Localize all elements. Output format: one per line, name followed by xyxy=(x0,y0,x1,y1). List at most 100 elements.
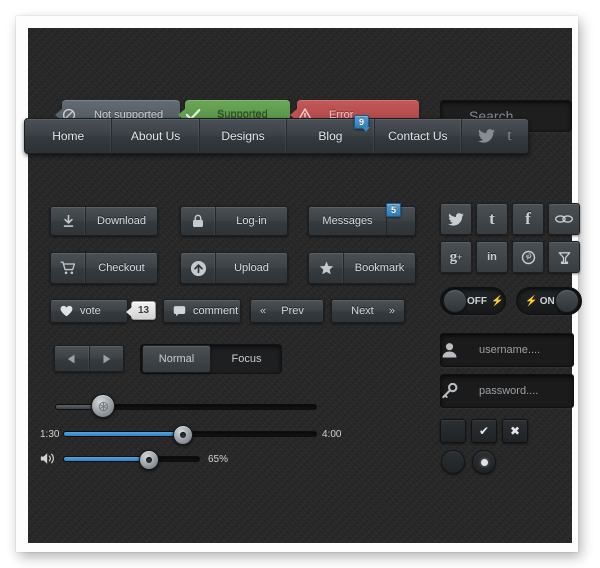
volume-value: 65% xyxy=(208,454,229,465)
volume-slider-fill xyxy=(64,457,149,461)
download-icon xyxy=(51,207,86,235)
googleplus-icon[interactable]: g + xyxy=(440,241,472,273)
upload-button[interactable]: Upload xyxy=(180,252,288,284)
main-navigation[interactable]: Home About Us Designs Blog Contact Us t xyxy=(24,118,529,154)
nav-social-group[interactable]: t xyxy=(462,119,528,153)
key-icon xyxy=(441,383,479,399)
login-button[interactable]: Log-in xyxy=(180,206,288,236)
button-label: Messages xyxy=(322,215,373,227)
button-label: Prev xyxy=(281,305,304,317)
ui-kit-screenshot: Not supported Supported Error Home xyxy=(0,0,600,568)
bookmark-button[interactable]: Bookmark xyxy=(308,252,416,284)
heart-icon xyxy=(51,305,73,317)
nav-label: Contact Us xyxy=(388,129,448,143)
button-label: Download xyxy=(97,215,146,227)
pinterest-icon[interactable] xyxy=(512,241,544,273)
nav-label: Home xyxy=(52,129,85,143)
bolt-icon: ⚡ xyxy=(525,295,538,307)
username-field[interactable]: username.... xyxy=(440,333,574,367)
count-pointer xyxy=(126,307,132,317)
flickr-icon[interactable] xyxy=(548,203,580,235)
plain-slider-handle[interactable] xyxy=(91,394,116,418)
check-icon: ✔ xyxy=(478,424,490,438)
volume-slider-track[interactable] xyxy=(63,456,200,462)
checkbox-cross[interactable]: ✖ xyxy=(502,419,528,443)
radio-empty[interactable] xyxy=(441,450,465,474)
linkedin-icon[interactable]: in xyxy=(476,241,508,273)
button-label: Bookmark xyxy=(354,262,405,274)
star-icon xyxy=(309,253,344,283)
handle-center xyxy=(145,457,152,463)
password-field[interactable]: password.... xyxy=(440,374,574,408)
handle-center xyxy=(180,432,187,438)
button-label: comment xyxy=(193,305,239,317)
bolt-icon: ⚡ xyxy=(491,295,504,307)
knurl-icon xyxy=(98,401,108,411)
checkbox-checked[interactable]: ✔ xyxy=(471,419,497,443)
toggle-label: OFF xyxy=(467,295,487,307)
segment-normal[interactable]: Normal xyxy=(142,345,211,373)
social-icon-grid[interactable]: t f g + in xyxy=(440,203,580,273)
nav-label: Blog xyxy=(318,129,343,143)
comment-button[interactable]: comment xyxy=(163,299,241,323)
twitter-icon[interactable] xyxy=(478,129,496,143)
scrub-time-current: 1:30 xyxy=(40,429,60,440)
vote-count: 13 xyxy=(126,301,157,320)
segment-label: Normal xyxy=(158,353,195,365)
button-label: vote xyxy=(80,305,101,317)
messages-badge-wrapper: 5 xyxy=(386,200,402,218)
next-button[interactable]: Next » xyxy=(331,299,405,323)
lock-icon xyxy=(181,207,216,235)
button-label: Checkout xyxy=(98,262,145,274)
scrub-slider-fill xyxy=(64,432,184,436)
button-label: Log-in xyxy=(236,215,267,227)
vote-button[interactable]: vote xyxy=(50,299,128,323)
username-placeholder: username.... xyxy=(479,344,541,356)
badge-pointer xyxy=(362,127,370,132)
arrow-pair[interactable] xyxy=(54,345,124,372)
blog-badge-wrapper: 9 xyxy=(354,112,370,132)
double-left-icon: « xyxy=(260,305,267,317)
nav-item-contact-us[interactable]: Contact Us xyxy=(375,119,463,153)
tumblr-icon[interactable]: t xyxy=(476,203,508,235)
volume-slider-handle[interactable] xyxy=(138,450,159,470)
double-right-icon: » xyxy=(388,305,395,317)
toggle-label: ON xyxy=(539,295,555,307)
toggle-off[interactable]: OFF ⚡ xyxy=(440,287,506,315)
twitter-icon[interactable] xyxy=(440,203,472,235)
radio-selected[interactable] xyxy=(472,450,496,474)
comment-icon xyxy=(164,305,186,317)
scrub-time-total: 4:00 xyxy=(322,429,342,440)
prev-button[interactable]: « Prev xyxy=(250,299,324,323)
vimeo-icon[interactable] xyxy=(548,241,580,273)
button-label: Next xyxy=(351,305,374,317)
nav-label: Designs xyxy=(221,129,265,143)
upload-icon xyxy=(181,253,216,283)
right-triangle-icon[interactable] xyxy=(90,346,124,371)
nav-item-about-us[interactable]: About Us xyxy=(112,119,200,153)
vote-count-value: 13 xyxy=(138,305,150,316)
download-button[interactable]: Download xyxy=(50,206,158,236)
toggle-knob[interactable] xyxy=(555,289,579,313)
checkbox-empty[interactable] xyxy=(440,419,466,443)
nav-item-home[interactable]: Home xyxy=(25,119,113,153)
user-icon xyxy=(441,342,479,358)
nav-item-designs[interactable]: Designs xyxy=(200,119,288,153)
close-icon: ✖ xyxy=(509,424,521,438)
cart-icon xyxy=(51,253,86,283)
facebook-icon[interactable]: f xyxy=(512,203,544,235)
segment-focus[interactable]: Focus xyxy=(213,346,280,372)
radio-dot xyxy=(480,458,488,466)
password-placeholder: password.... xyxy=(479,385,539,397)
nav-label: About Us xyxy=(130,129,181,143)
toggle-knob[interactable] xyxy=(443,289,467,313)
segment-label: Focus xyxy=(231,353,262,365)
button-label: Upload xyxy=(234,262,269,274)
checkout-button[interactable]: Checkout xyxy=(50,252,158,284)
tumblr-icon[interactable]: t xyxy=(507,127,511,145)
status-badge: 5 xyxy=(386,203,402,217)
left-triangle-icon[interactable] xyxy=(55,346,90,371)
toggle-on[interactable]: ⚡ ON xyxy=(516,287,582,315)
segmented-control[interactable]: Normal Focus xyxy=(140,344,282,374)
volume-icon[interactable] xyxy=(40,452,56,465)
